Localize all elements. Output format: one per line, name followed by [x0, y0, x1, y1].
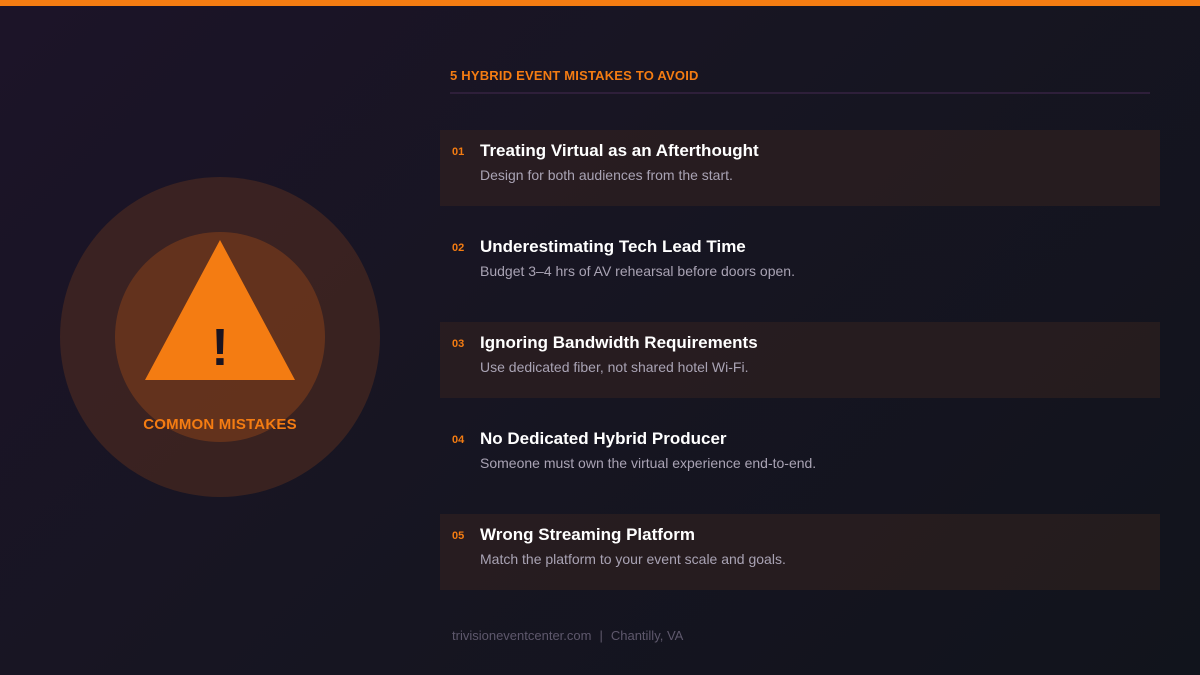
item-title: Treating Virtual as an Afterthought [480, 141, 759, 160]
item-description: Use dedicated fiber, not shared hotel Wi… [480, 359, 749, 375]
item-number: 04 [452, 434, 465, 446]
item-title: Ignoring Bandwidth Requirements [480, 333, 758, 352]
list-item: 03 Ignoring Bandwidth Requirements Use d… [440, 322, 1160, 398]
list-item: 04 No Dedicated Hybrid Producer Someone … [440, 418, 1160, 494]
exclamation-mark: ! [211, 319, 229, 377]
footer-separator: | [599, 628, 603, 643]
item-description: Match the platform to your event scale a… [480, 551, 786, 567]
item-number: 01 [452, 146, 465, 158]
footer: trivisioneventcenter.com | Chantilly, VA [452, 628, 683, 643]
item-number: 02 [452, 242, 465, 254]
list-item: 01 Treating Virtual as an Afterthought D… [440, 130, 1160, 206]
item-description: Design for both audiences from the start… [480, 167, 733, 183]
title-divider [450, 92, 1150, 94]
item-title: Underestimating Tech Lead Time [480, 237, 746, 256]
item-title: No Dedicated Hybrid Producer [480, 429, 727, 448]
hero-label: COMMON MISTAKES [143, 416, 297, 433]
list-item: 02 Underestimating Tech Lead Time Budget… [440, 226, 1160, 302]
section-title: 5 HYBRID EVENT MISTAKES TO AVOID [450, 68, 699, 83]
item-description: Budget 3–4 hrs of AV rehearsal before do… [480, 263, 795, 279]
item-number: 03 [452, 338, 465, 350]
item-title: Wrong Streaming Platform [480, 525, 696, 544]
footer-website[interactable]: trivisioneventcenter.com [452, 628, 591, 643]
item-description: Someone must own the virtual experience … [480, 455, 817, 471]
top-accent-bar [0, 0, 1200, 6]
list-item: 05 Wrong Streaming Platform Match the pl… [440, 514, 1160, 590]
footer-location: Chantilly, VA [610, 628, 684, 643]
item-number: 05 [452, 530, 465, 542]
